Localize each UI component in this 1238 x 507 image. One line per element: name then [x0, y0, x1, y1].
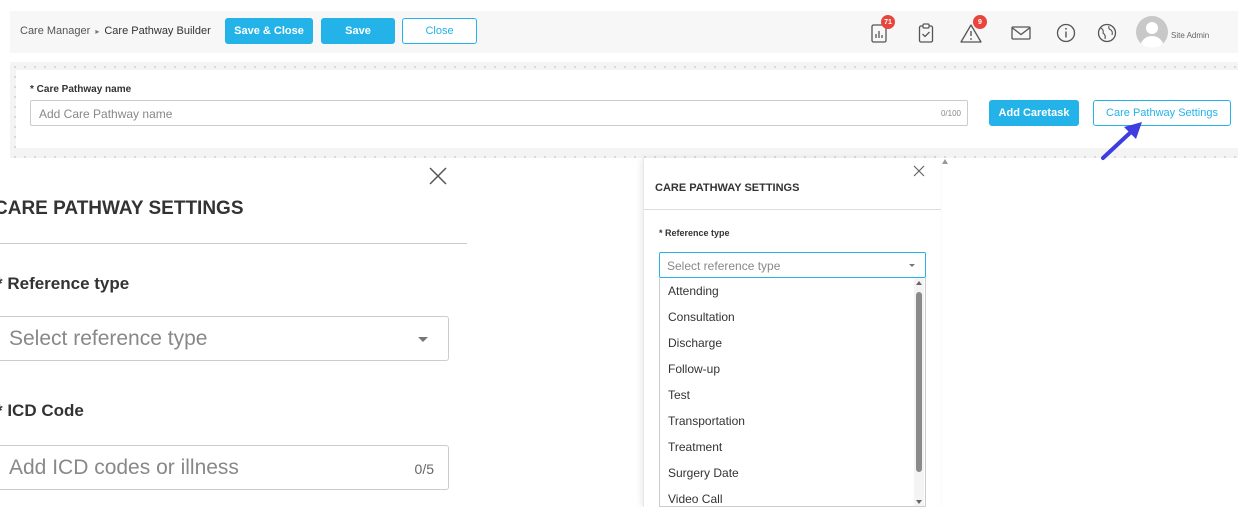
save-and-close-button[interactable]: Save & Close — [225, 18, 313, 44]
alert-badge: 9 — [973, 15, 987, 29]
user-role-label: Site Admin — [1171, 31, 1210, 40]
avatar-body — [1140, 36, 1164, 48]
dropdown-option[interactable]: Discharge — [660, 330, 925, 356]
pathway-name-label: * Care Pathway name — [30, 84, 132, 95]
dropdown-scrollbar[interactable] — [914, 278, 924, 506]
panel-divider — [644, 209, 941, 210]
zoomed-icd-counter: 0/5 — [414, 461, 434, 477]
breadcrumb-separator: ▸ — [95, 27, 100, 36]
pathway-name-placeholder: Add Care Pathway name — [39, 107, 173, 121]
zoomed-reference-type-label: * Reference type — [0, 274, 130, 293]
care-pathway-settings-panel: CARE PATHWAY SETTINGS * Reference type S… — [643, 158, 941, 507]
avatar-head — [1146, 22, 1158, 34]
clipboard-check-icon[interactable] — [915, 22, 937, 44]
breadcrumb: Care Manager ▸ Care Pathway Builder — [20, 25, 211, 37]
zoomed-reference-type-placeholder: Select reference type — [9, 327, 208, 350]
dropdown-option[interactable]: Test — [660, 382, 925, 408]
panel-close-icon[interactable] — [912, 164, 926, 178]
annotation-arrow-icon — [1101, 122, 1142, 160]
avatar[interactable] — [1136, 16, 1168, 48]
reports-badge: 71 — [881, 15, 895, 29]
reference-type-dropdown: Attending Consultation Discharge Follow-… — [659, 278, 926, 507]
close-button[interactable]: Close — [402, 18, 477, 44]
zoomed-settings-title: CARE PATHWAY SETTINGS — [0, 198, 244, 219]
globe-icon[interactable] — [1096, 22, 1118, 44]
dropdown-option[interactable]: Follow-up — [660, 356, 925, 382]
panel-title: CARE PATHWAY SETTINGS — [655, 182, 800, 194]
dropdown-option[interactable]: Attending — [660, 278, 925, 304]
chevron-down-icon — [418, 337, 428, 342]
top-bar: Care Manager ▸ Care Pathway Builder Save &… — [10, 11, 1238, 53]
mail-icon[interactable] — [1010, 22, 1032, 44]
dropdown-option[interactable]: Transportation — [660, 408, 925, 434]
reference-type-select[interactable]: Select reference type — [659, 252, 926, 278]
dropdown-option[interactable]: Surgery Date — [660, 460, 925, 486]
pathway-name-card: * Care Pathway name Add Care Pathway nam… — [16, 70, 1238, 148]
add-caretask-button[interactable]: Add Caretask — [989, 100, 1079, 126]
breadcrumb-care-manager[interactable]: Care Manager — [20, 25, 90, 37]
zoomed-icd-placeholder: Add ICD codes or illness — [9, 456, 239, 479]
pathway-builder-canvas: * Care Pathway name Add Care Pathway nam… — [10, 62, 1238, 158]
chevron-down-icon — [909, 264, 915, 267]
zoomed-reference-type-select[interactable]: Select reference type — [0, 316, 449, 361]
scroll-down-icon[interactable] — [916, 500, 922, 504]
save-button[interactable]: Save — [321, 18, 395, 44]
zoomed-divider — [0, 243, 467, 244]
zoomed-icd-code-label: * ICD Code — [0, 401, 84, 420]
alert-icon[interactable]: 9 — [960, 15, 987, 44]
scrollbar-thumb[interactable] — [916, 292, 922, 472]
dropdown-option[interactable]: Video Call — [660, 486, 925, 506]
zoomed-icd-code-input[interactable]: Add ICD codes or illness 0/5 — [0, 445, 449, 490]
zoomed-close-icon[interactable] — [428, 166, 448, 186]
dropdown-option[interactable]: Treatment — [660, 434, 925, 460]
panel-scroll-up-icon[interactable] — [942, 159, 948, 164]
breadcrumb-current: Care Pathway Builder — [104, 25, 211, 37]
info-icon[interactable] — [1055, 22, 1077, 44]
pathway-name-input[interactable]: Add Care Pathway name 0/100 — [30, 100, 968, 126]
reports-icon[interactable]: 71 — [868, 15, 895, 44]
reference-type-placeholder: Select reference type — [667, 259, 781, 273]
scroll-up-icon[interactable] — [916, 281, 922, 285]
pathway-name-counter: 0/100 — [940, 109, 961, 118]
dropdown-option[interactable]: Consultation — [660, 304, 925, 330]
reference-type-label: * Reference type — [659, 228, 730, 238]
